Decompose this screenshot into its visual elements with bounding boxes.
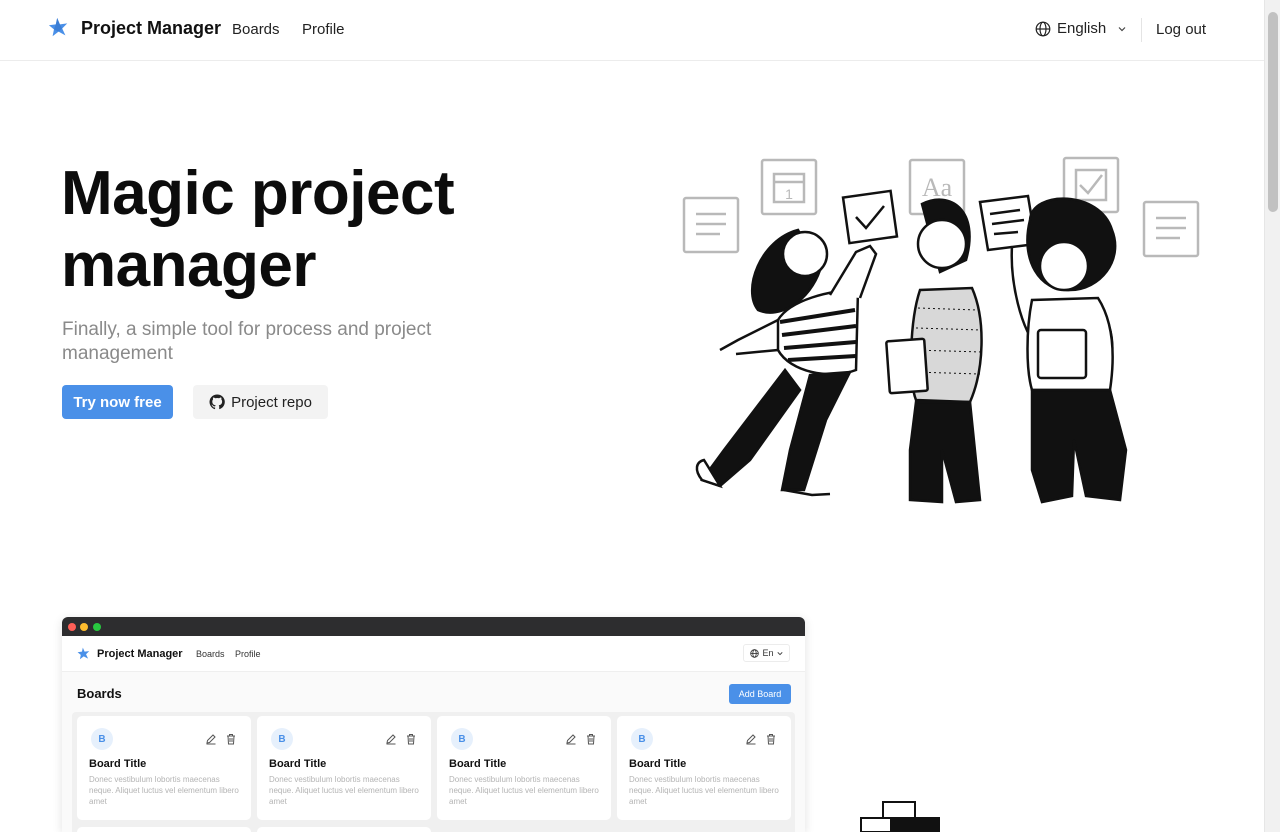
board-title: Board Title [89, 758, 147, 770]
try-now-free-button[interactable]: Try now free [62, 385, 173, 419]
board-description: Donec vestibulum lobortis maecenas neque… [269, 775, 419, 806]
board-card: B Board Title Donec vestibulum lobortis … [617, 716, 791, 820]
nav-boards-link[interactable]: Boards [232, 21, 280, 38]
preview-boards-title: Boards [77, 686, 122, 701]
github-icon [209, 394, 225, 410]
pencil-icon [386, 734, 396, 745]
board-card: B Board Title Donec vestibulum lobortis … [257, 716, 431, 820]
pencil-icon [206, 734, 216, 745]
chevron-down-icon [1118, 26, 1126, 31]
font-sample: Aa [922, 173, 953, 202]
language-selector[interactable]: English [1035, 20, 1126, 37]
preview-nav-profile: Profile [235, 649, 261, 659]
star-logo-icon[interactable] [48, 17, 70, 39]
maximize-dot-icon [93, 623, 101, 631]
board-card: B Board Title Donec vestibulum lobortis … [77, 716, 251, 820]
preview-boards-page: Boards Add Board B Board Title Donec ves… [62, 672, 805, 832]
globe-icon [750, 648, 760, 658]
header-divider [1141, 18, 1142, 42]
blocks-illustration [860, 801, 940, 832]
hero-title: Magic project manager [61, 159, 455, 300]
pencil-icon [566, 734, 576, 745]
preview-title-bar [62, 617, 805, 636]
board-avatar: B [271, 728, 293, 750]
project-repo-button[interactable]: Project repo [193, 385, 328, 419]
preview-navbar: Project Manager Boards Profile En [62, 636, 805, 672]
board-title: Board Title [629, 758, 687, 770]
star-logo-icon [77, 647, 90, 660]
logout-link[interactable]: Log out [1156, 21, 1206, 38]
chevron-down-icon [776, 651, 783, 655]
trash-icon [227, 734, 235, 745]
board-card-partial [257, 827, 431, 832]
add-board-button: Add Board [729, 684, 791, 704]
calendar-day: 1 [785, 186, 793, 202]
scrollbar-thumb[interactable] [1268, 12, 1278, 212]
board-title: Board Title [269, 758, 327, 770]
language-label: English [1057, 20, 1107, 37]
board-description: Donec vestibulum lobortis maecenas neque… [449, 775, 599, 806]
globe-icon [1035, 21, 1051, 36]
brand-name[interactable]: Project Manager [81, 18, 221, 39]
board-card-partial [77, 827, 251, 832]
board-description: Donec vestibulum lobortis maecenas neque… [629, 775, 779, 806]
minimize-dot-icon [80, 623, 88, 631]
trash-icon [587, 734, 595, 745]
app-preview-window: Project Manager Boards Profile En Boards… [62, 617, 805, 832]
board-description: Donec vestibulum lobortis maecenas neque… [89, 775, 239, 806]
nav-profile-link[interactable]: Profile [302, 21, 345, 38]
trash-icon [767, 734, 775, 745]
preview-language-label: En [762, 648, 774, 658]
board-title: Board Title [449, 758, 507, 770]
preview-nav-boards: Boards [196, 649, 225, 659]
close-dot-icon [68, 623, 76, 631]
hero-subtitle: Finally, a simple tool for process and p… [62, 319, 432, 364]
board-avatar: B [631, 728, 653, 750]
preview-language-selector: En [743, 644, 790, 662]
preview-brand: Project Manager [97, 648, 183, 660]
trash-icon [407, 734, 415, 745]
top-navbar: Project Manager Boards Profile English L… [0, 0, 1264, 61]
page-scrollbar[interactable] [1264, 0, 1280, 832]
board-avatar: B [451, 728, 473, 750]
board-card: B Board Title Donec vestibulum lobortis … [437, 716, 611, 820]
pencil-icon [746, 734, 756, 745]
project-repo-label: Project repo [231, 393, 312, 411]
board-avatar: B [91, 728, 113, 750]
team-illustration: 1 Aa [682, 156, 1200, 504]
boards-grid: B Board Title Donec vestibulum lobortis … [72, 712, 795, 832]
